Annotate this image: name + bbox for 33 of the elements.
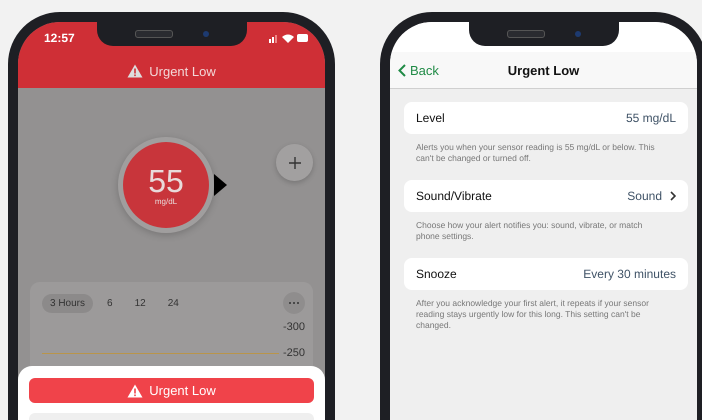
- setting-label: Snooze: [416, 267, 457, 281]
- plus-icon: [288, 156, 300, 168]
- setting-description: After you acknowledge your first alert, it repeats if your sensor reading stays urgently low for this long. This setting can't be changed.: [416, 298, 650, 331]
- alert-button[interactable]: Urgent Low: [29, 378, 314, 403]
- setting-description: Choose how your alert notifies you: sound, vibrate, or match phone settings.: [416, 220, 644, 242]
- add-button[interactable]: [276, 144, 313, 181]
- settings-row[interactable]: Snooze Every 30 minutes: [404, 258, 688, 290]
- status-time: 12:57: [44, 31, 75, 45]
- more-button[interactable]: [283, 292, 305, 314]
- back-button[interactable]: Back: [398, 62, 439, 78]
- chevron-left-icon: [398, 64, 406, 76]
- warning-icon: [127, 384, 144, 398]
- warning-icon: [127, 64, 144, 78]
- setting-description: Alerts you when your sensor reading is 55 mg/dL or below. This can't be changed or turned off.: [416, 142, 656, 164]
- settings-row[interactable]: Level 55 mg/dL: [404, 102, 688, 134]
- status-icons: [269, 33, 309, 43]
- setting-label: Sound/Vibrate: [416, 189, 492, 203]
- range-tab[interactable]: 24: [160, 294, 187, 312]
- axis-label: -250: [282, 347, 305, 359]
- axis-label: -300: [282, 321, 305, 333]
- setting-value: Every 30 minutes: [583, 267, 676, 281]
- range-tab[interactable]: 6: [99, 294, 121, 312]
- range-tab[interactable]: 3 Hours: [42, 294, 94, 312]
- trend-arrow-icon: [214, 174, 227, 196]
- setting-value: Sound: [627, 189, 662, 203]
- nav-title: Urgent Low: [508, 62, 580, 78]
- header-title: Urgent Low: [149, 64, 216, 78]
- range-tab[interactable]: 12: [126, 294, 154, 312]
- reading-value: 55: [148, 164, 184, 196]
- reading-unit: mg/dL: [154, 196, 178, 206]
- settings-row[interactable]: Sound/Vibrate Sound: [404, 180, 688, 212]
- setting-label: Level: [416, 111, 445, 125]
- setting-value: 55 mg/dL: [626, 111, 676, 125]
